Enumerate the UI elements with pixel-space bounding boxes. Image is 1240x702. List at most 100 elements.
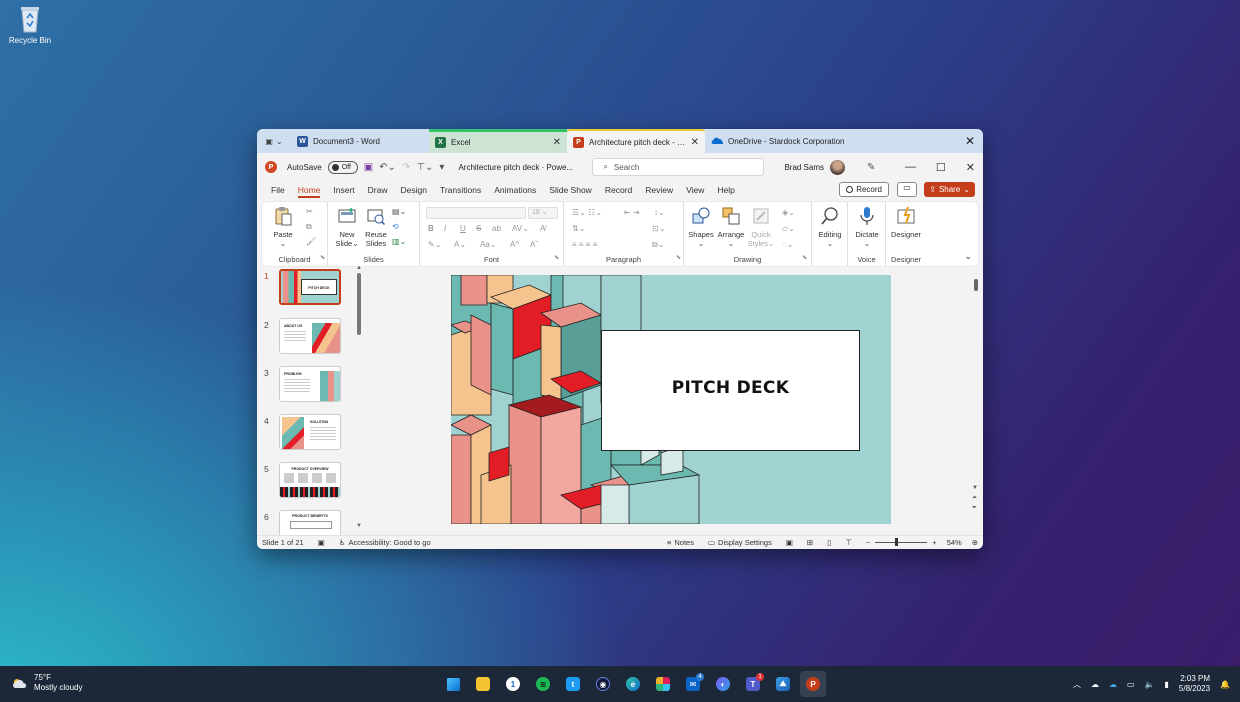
onedrive-tray-icon[interactable]: ☁ (1109, 680, 1117, 689)
font-size-input[interactable]: 18 ⌄ (528, 207, 558, 219)
slide-thumbnail[interactable]: 5 PRODUCT OVERVIEW (263, 462, 349, 502)
tab-animations[interactable]: Animations (494, 185, 536, 195)
reset-icon[interactable]: ⟲ (392, 222, 399, 231)
powerpoint-taskbar-button[interactable]: P (800, 671, 826, 697)
quick-styles-button[interactable]: Quick Styles⌄ (746, 206, 776, 248)
dialog-launcher-icon[interactable]: ⬊ (320, 254, 325, 261)
slide-canvas[interactable]: PITCH DECK (451, 275, 891, 524)
editing-button[interactable]: Editing ⌄ (815, 206, 845, 248)
close-icon[interactable]: ✕ (553, 137, 561, 148)
volume-icon[interactable]: 🔈 (1145, 680, 1155, 689)
record-button[interactable]: Record (839, 182, 889, 197)
twitter-button[interactable]: t (560, 671, 586, 697)
dictate-button[interactable]: Dictate ⌄ (852, 206, 882, 248)
customize-qat-icon[interactable]: ▾ (439, 162, 444, 173)
weather-widget[interactable]: 75°F Mostly cloudy (12, 673, 82, 693)
tab-file[interactable]: File (271, 185, 285, 195)
share-button[interactable]: ⇪ Share ⌄ (924, 182, 975, 197)
change-case-icon[interactable]: Aa⌄ (480, 240, 497, 249)
shape-outline-icon[interactable]: ▱⌄ (782, 224, 795, 233)
ribbon-expand-icon[interactable]: ⌄ (964, 251, 972, 262)
recycle-bin[interactable]: Recycle Bin (8, 4, 52, 45)
avatar[interactable] (830, 159, 846, 175)
fit-to-window-icon[interactable]: ⊕ (972, 538, 978, 547)
strikethrough-icon[interactable]: S (476, 224, 481, 233)
grow-font-icon[interactable]: A^ (510, 240, 519, 249)
teams-button[interactable]: T1 (740, 671, 766, 697)
designer-button[interactable]: Designer (891, 206, 921, 239)
shape-fill-icon[interactable]: ◈⌄ (782, 208, 795, 217)
shrink-font-icon[interactable]: Aˇ (530, 240, 538, 249)
indent-icon[interactable]: ⇤ ⇥ (624, 208, 640, 217)
layout-icon[interactable]: ▤⌄ (392, 207, 406, 216)
char-spacing-icon[interactable]: AV⌄ (512, 224, 529, 233)
spelling-icon[interactable]: ▣ (318, 538, 325, 547)
user-name[interactable]: Brad Sams (784, 163, 824, 172)
close-icon[interactable]: ✕ (966, 161, 975, 174)
spotify-button[interactable]: ≋ (530, 671, 556, 697)
accessibility-status[interactable]: ♿ Accessibility: Good to go (339, 538, 431, 547)
shape-effects-icon[interactable]: ◌⌄ (782, 240, 793, 249)
new-slide-button[interactable]: New Slide⌄ (332, 206, 362, 248)
next-slide-icon[interactable]: ⏷ (972, 505, 977, 512)
previous-slide-icon[interactable]: ⏶ (972, 495, 977, 502)
display-settings-button[interactable]: ▭ Display Settings (708, 538, 772, 547)
redo-icon[interactable]: ↷ (402, 162, 410, 173)
search-box[interactable]: ⌕ Search (592, 158, 765, 176)
tab-onedrive[interactable]: OneDrive - Stardock Corporation (705, 129, 905, 153)
undo-icon[interactable]: ↶⌄ (379, 162, 396, 173)
align-text-icon[interactable]: ⊡⌄ (652, 224, 665, 233)
clock[interactable]: 2:03 PM 5/8/2023 (1179, 674, 1210, 694)
tab-powerpoint[interactable]: P Architecture pitch deck - P... ✕ (567, 129, 705, 153)
window-close-icon[interactable]: ✕ (965, 134, 975, 148)
section-icon[interactable]: ▥⌄ (392, 237, 406, 246)
zoom-in-icon[interactable]: + (932, 538, 936, 547)
tab-slide-show[interactable]: Slide Show (549, 185, 592, 195)
save-icon[interactable]: ▣ (364, 162, 373, 173)
comments-button[interactable]: ▭ (897, 182, 917, 197)
tab-draw[interactable]: Draw (368, 185, 388, 195)
smartart-icon[interactable]: ⧉⌄ (652, 240, 664, 250)
underline-icon[interactable]: U (460, 224, 466, 233)
tab-excel[interactable]: X Excel ✕ (429, 129, 567, 153)
slide-thumbnail[interactable]: 3 PROBLEM (263, 366, 349, 406)
slideshow-icon[interactable]: ⊤ (845, 538, 852, 547)
chevron-up-icon[interactable]: ︿ (1073, 679, 1081, 690)
zoom-slider[interactable] (875, 538, 928, 546)
dialog-launcher-icon[interactable]: ⬊ (802, 254, 807, 261)
tab-help[interactable]: Help (717, 185, 734, 195)
app-button[interactable]: ◉ (590, 671, 616, 697)
cut-icon[interactable]: ✂ (306, 207, 313, 216)
dialog-launcher-icon[interactable]: ⬊ (676, 254, 681, 261)
paste-button[interactable]: Paste ⌄ (268, 206, 298, 248)
alignment-icons[interactable]: ≡ ≡ ≡ ≡ (572, 240, 597, 249)
tab-menu-button[interactable]: ▣ ⌄ (257, 129, 291, 153)
slack-button[interactable] (650, 671, 676, 697)
reading-view-icon[interactable]: ▯ (827, 538, 831, 547)
tab-insert[interactable]: Insert (333, 185, 354, 195)
shapes-button[interactable]: Shapes ⌄ (686, 206, 716, 248)
minimize-icon[interactable]: — (905, 161, 916, 173)
scrollbar-thumb[interactable] (974, 279, 978, 291)
slide-scrollbar[interactable]: ▼ ⏶ ⏷ (972, 269, 980, 535)
tab-transitions[interactable]: Transitions (440, 185, 481, 195)
font-name-input[interactable] (426, 207, 526, 219)
font-color-icon[interactable]: A⌄ (454, 240, 466, 249)
normal-view-icon[interactable]: ▣ (786, 538, 793, 547)
tab-word[interactable]: W Document3 - Word (291, 129, 429, 153)
zoom-out-icon[interactable]: − (866, 538, 870, 547)
mail-button[interactable]: ✉ 4 (680, 671, 706, 697)
shadow-icon[interactable]: ab (492, 224, 501, 233)
tab-home[interactable]: Home (297, 185, 320, 198)
battery-icon[interactable]: ▮ (1164, 680, 1168, 689)
notes-button[interactable]: ≡ Notes (667, 538, 694, 547)
start-button[interactable] (440, 671, 466, 697)
notification-icon[interactable]: 🔔 (1220, 680, 1230, 689)
slide-thumbnail[interactable]: 4 SOLUTION (263, 414, 349, 454)
close-icon[interactable]: ✕ (691, 137, 699, 148)
edge-button[interactable]: e (620, 671, 646, 697)
tab-review[interactable]: Review (645, 185, 673, 195)
network-icon[interactable]: ▭ (1127, 680, 1135, 689)
scroll-up-icon[interactable]: ▲ (356, 265, 362, 271)
highlight-icon[interactable]: ✎⌄ (428, 240, 441, 249)
